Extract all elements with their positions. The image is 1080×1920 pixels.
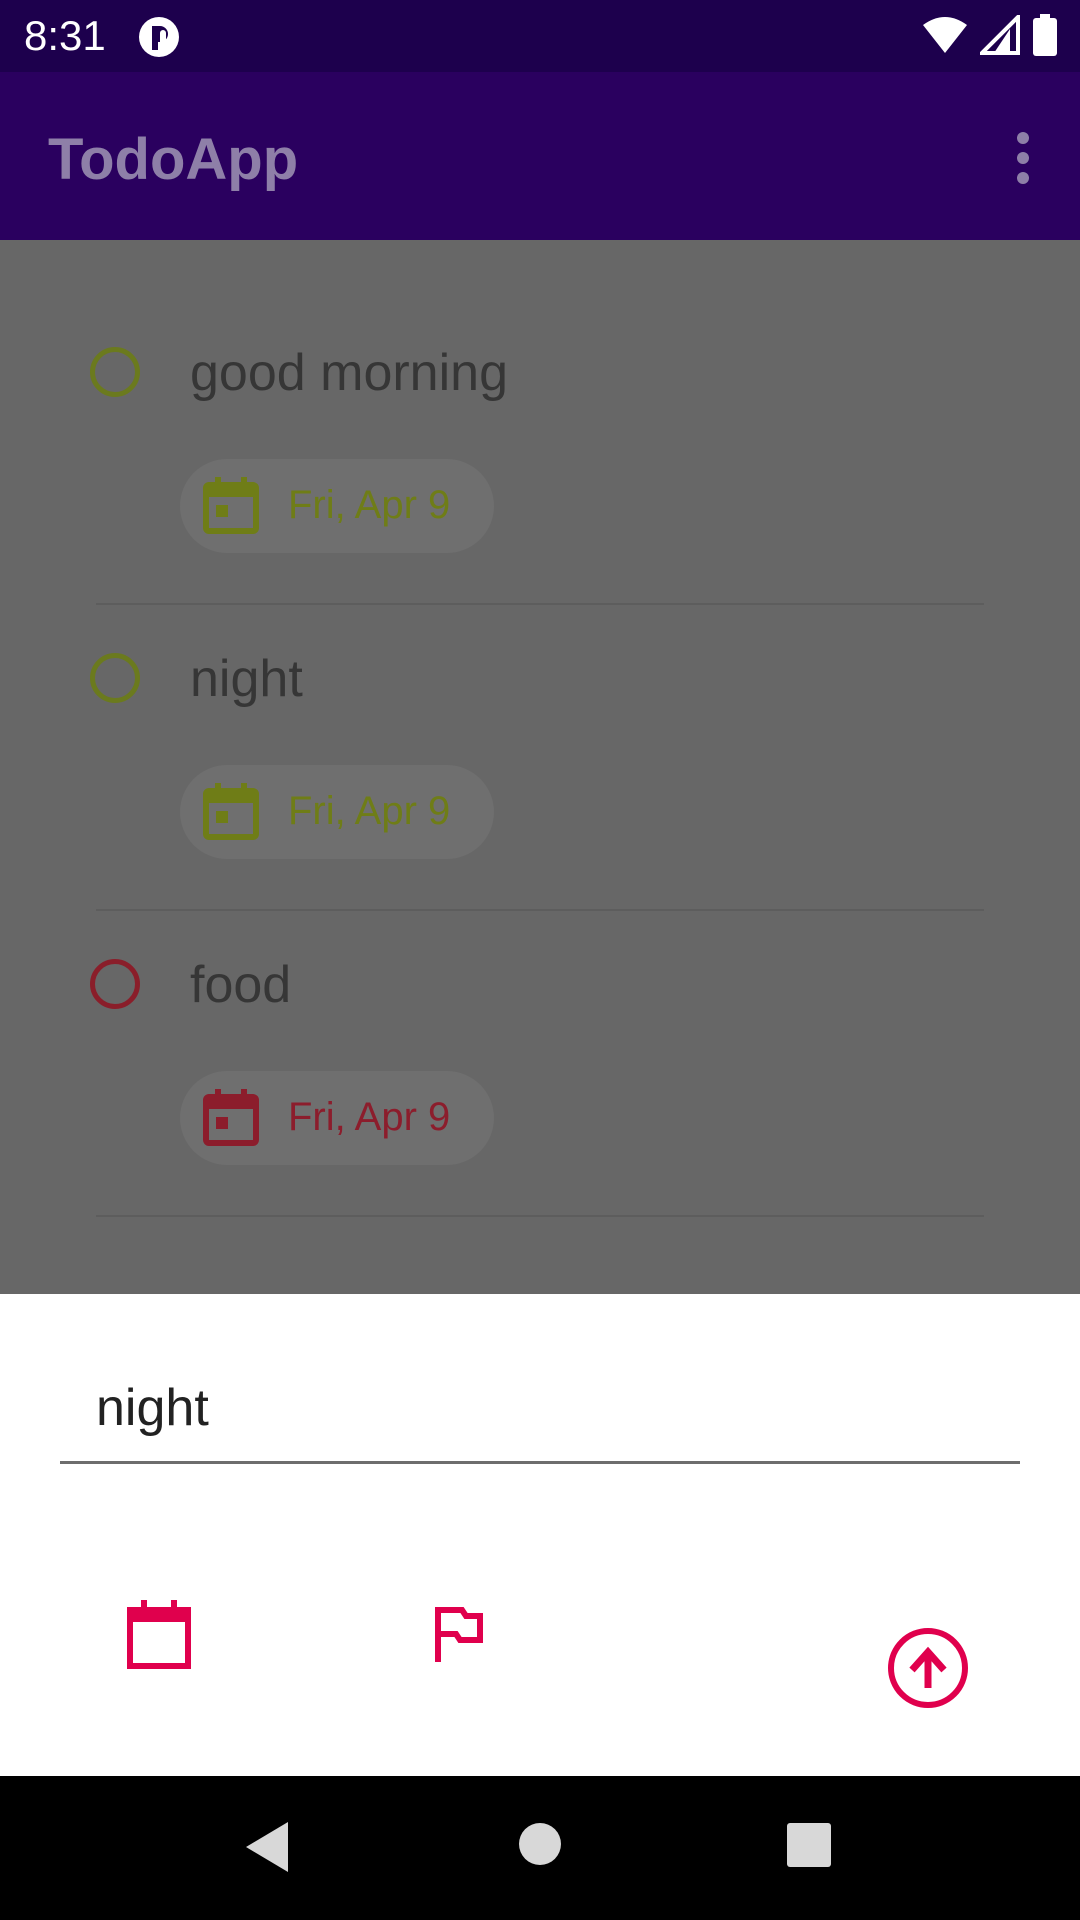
status-bar: 8:31 [0, 0, 1080, 72]
due-date-chip[interactable]: Fri, Apr 9 [180, 1071, 494, 1165]
divider [96, 1215, 984, 1217]
calendar-icon [203, 783, 259, 840]
battery-icon [1033, 14, 1057, 56]
system-nav-bar [0, 1776, 1080, 1920]
todo-title: good morning [190, 344, 508, 402]
status-time: 8:31 [24, 12, 106, 59]
calendar-icon[interactable] [126, 1598, 192, 1670]
more-vert-icon[interactable] [1010, 130, 1036, 186]
arrow-up-circle-icon[interactable] [886, 1626, 970, 1710]
recents-icon[interactable] [786, 1822, 832, 1868]
due-date-text: Fri, Apr 9 [288, 789, 451, 833]
due-date-chip[interactable]: Fri, Apr 9 [180, 765, 494, 859]
complete-checkbox[interactable] [90, 959, 140, 1009]
due-date-chip[interactable]: Fri, Apr 9 [180, 459, 494, 553]
app-bar: TodoApp [0, 72, 1080, 240]
home-icon[interactable] [518, 1822, 562, 1866]
todo-item-food[interactable]: food Fri, Apr 9 [0, 852, 1080, 1217]
app-notification-icon [139, 17, 179, 57]
add-task-sheet [0, 1294, 1080, 1776]
app-title: TodoApp [48, 127, 299, 192]
todo-title: night [190, 650, 303, 708]
calendar-icon [203, 1089, 259, 1146]
complete-checkbox[interactable] [90, 347, 140, 397]
back-icon[interactable] [244, 1820, 290, 1874]
flag-icon[interactable] [432, 1604, 486, 1664]
complete-checkbox[interactable] [90, 653, 140, 703]
calendar-icon [203, 477, 259, 534]
todo-item-night[interactable]: night Fri, Apr 9 [0, 546, 1080, 911]
due-date-text: Fri, Apr 9 [288, 483, 451, 527]
cell-signal-icon [980, 15, 1020, 55]
due-date-text: Fri, Apr 9 [288, 1095, 451, 1139]
task-title-input[interactable] [60, 1354, 1020, 1464]
todo-list: good morning Fri, Apr 9 night Fri, Apr 9… [0, 240, 1080, 1294]
todo-item-good-morning[interactable]: good morning Fri, Apr 9 [0, 240, 1080, 605]
todo-title: food [190, 956, 292, 1014]
wifi-icon [923, 17, 967, 53]
